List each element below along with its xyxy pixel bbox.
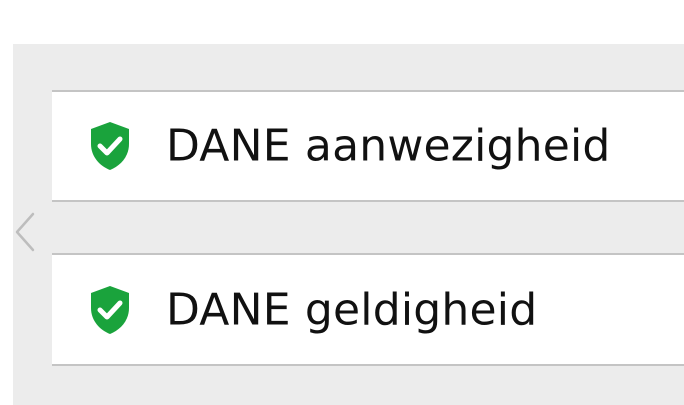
- check-label: DANE aanwezigheid: [166, 120, 611, 172]
- chevron-left-icon: [15, 212, 35, 252]
- check-item-dane-validity: DANE geldigheid: [52, 253, 684, 366]
- shield-check-icon: [88, 120, 132, 172]
- check-label: DANE geldigheid: [166, 284, 538, 335]
- shield-check-icon: [88, 284, 132, 336]
- previous-button[interactable]: [13, 212, 37, 252]
- check-item-dane-presence: DANE aanwezigheid: [52, 90, 684, 202]
